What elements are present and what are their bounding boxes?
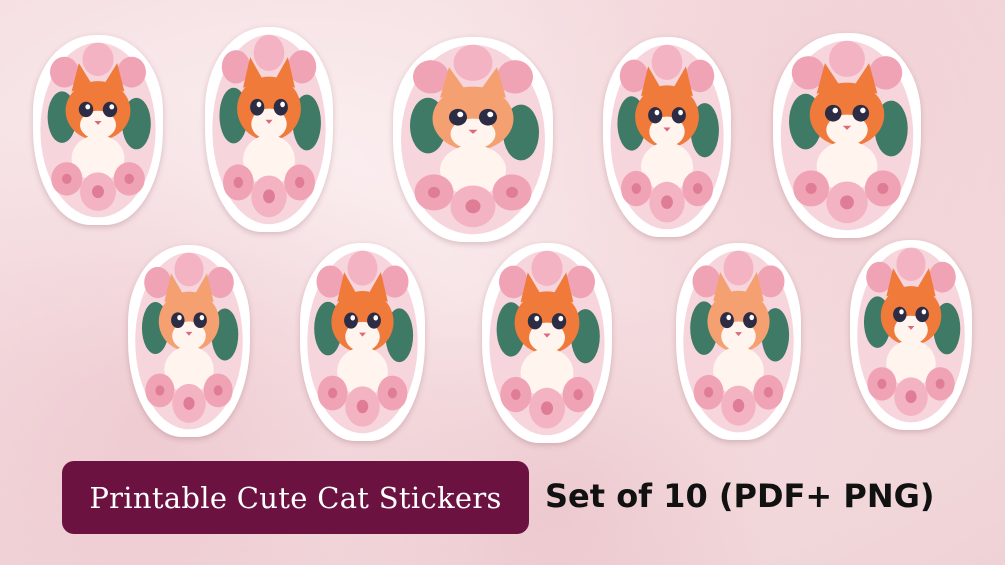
title-banner: Printable Cute Cat Stickers [62, 461, 529, 534]
sticker-cat-7 [300, 243, 425, 441]
sticker-cat-8 [482, 243, 612, 443]
sticker-cat-10 [850, 240, 972, 430]
sticker-cat-1 [33, 35, 163, 225]
page-title: Printable Cute Cat Stickers [89, 480, 502, 515]
sticker-cat-5 [773, 33, 921, 238]
sticker-cat-3 [393, 37, 553, 242]
sticker-cat-4 [603, 37, 731, 237]
sticker-cat-2 [205, 27, 333, 232]
sticker-cat-6 [128, 245, 250, 437]
set-subtitle: Set of 10 (PDF+ PNG) [545, 477, 935, 515]
sticker-cat-9 [676, 243, 801, 440]
